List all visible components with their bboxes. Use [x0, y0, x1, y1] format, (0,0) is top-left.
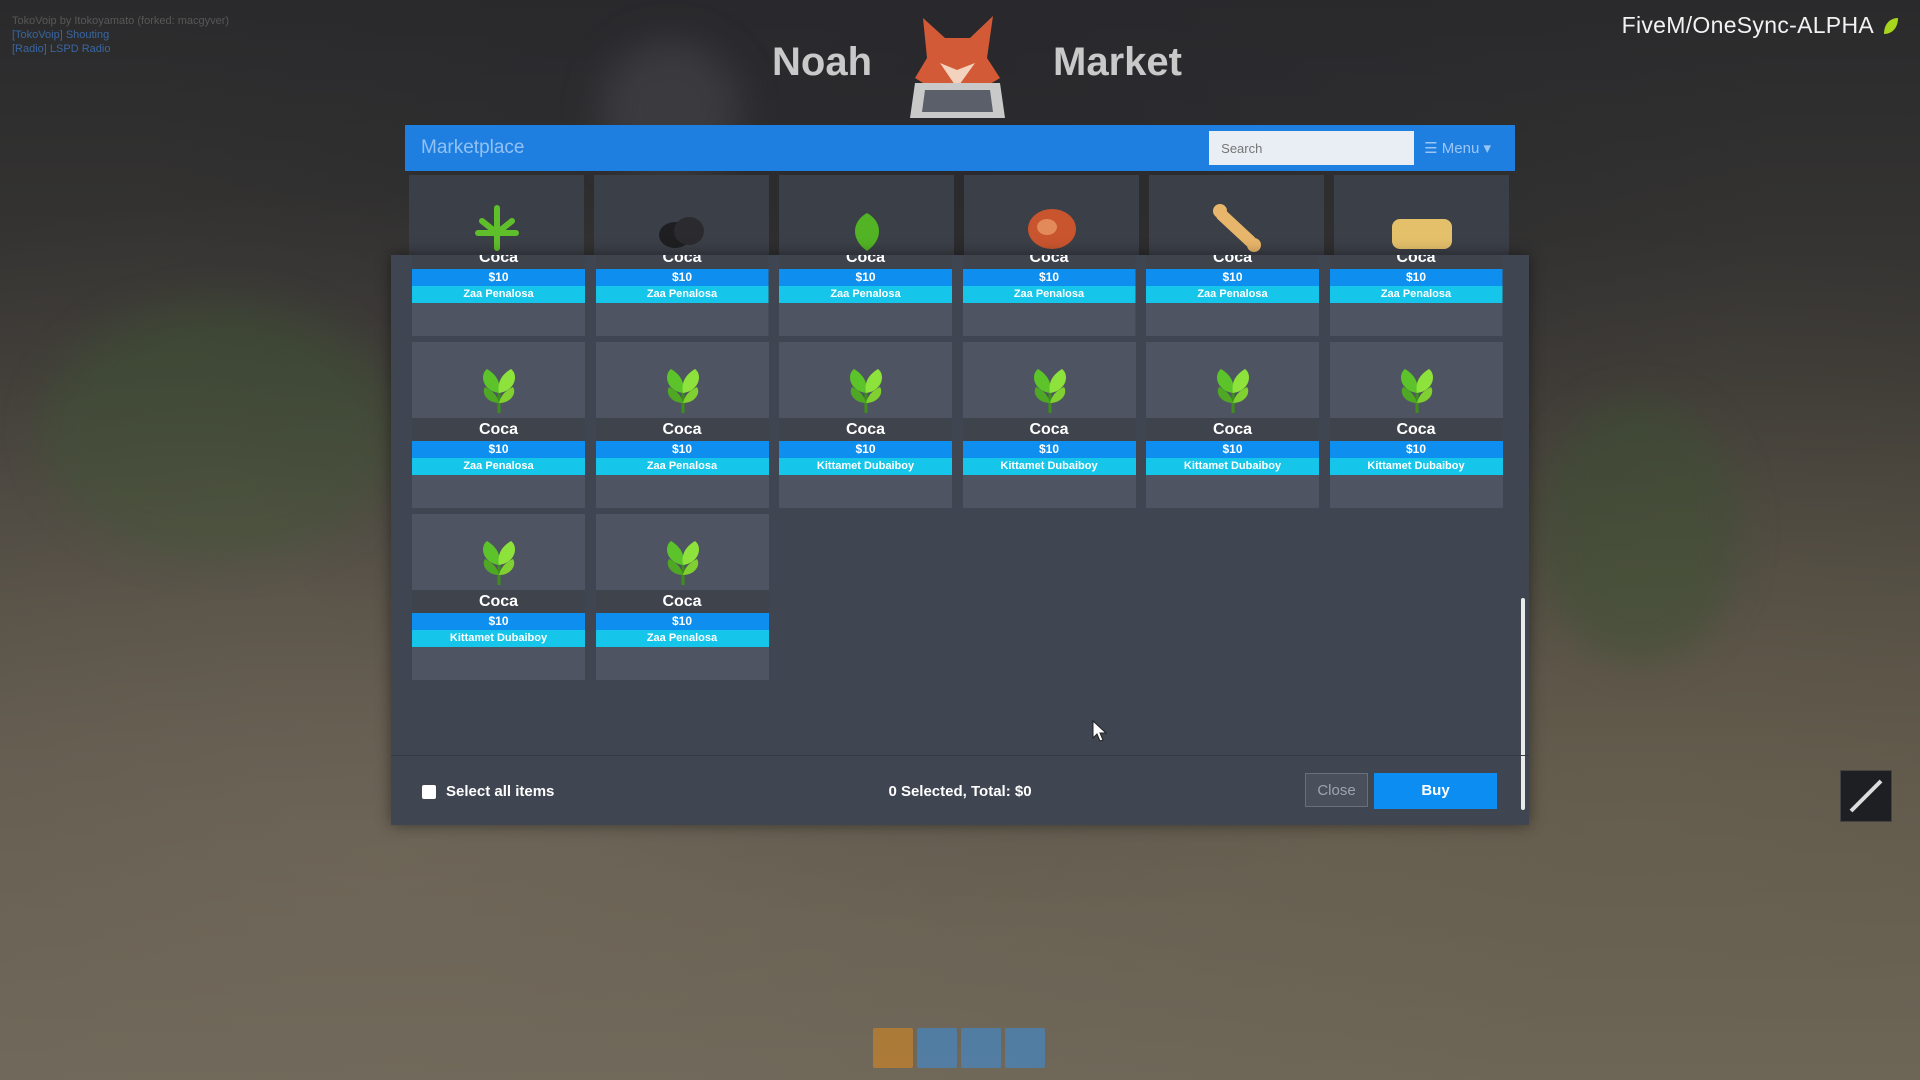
- item-card[interactable]: Coca $10 Kittamet Dubaiboy: [1329, 342, 1503, 508]
- mouse-cursor-icon: [1092, 720, 1108, 742]
- thumbnail-coal[interactable]: [594, 175, 769, 255]
- item-name: Coca: [962, 418, 1136, 441]
- coca-leaf-icon: [666, 369, 699, 413]
- background-blob: [1540, 400, 1740, 660]
- item-price: $10: [1146, 441, 1319, 458]
- health-icon: [873, 1028, 913, 1068]
- marketplace-footer: Select all items 0 Selected, Total: $0 C…: [391, 755, 1529, 826]
- item-seller: Kittamet Dubaiboy: [412, 630, 585, 647]
- search-input[interactable]: [1209, 131, 1415, 165]
- coca-leaf-icon: [1400, 369, 1433, 413]
- item-price: $10: [595, 269, 769, 286]
- item-seller: Kittamet Dubaiboy: [1146, 458, 1319, 475]
- item-card[interactable]: Coca $10 Kittamet Dubaiboy: [412, 514, 585, 680]
- coca-leaf-icon: [666, 541, 699, 585]
- thumbnail-gold[interactable]: [1334, 175, 1509, 255]
- weapon-slot: [1840, 770, 1892, 822]
- coal-icon: [658, 217, 704, 248]
- coca-leaf-icon: [850, 369, 882, 413]
- item-price: $10: [595, 441, 769, 458]
- item-name: Coca: [595, 418, 769, 441]
- title-noah: Noah: [772, 40, 872, 84]
- coca-leaf-icon: [1033, 369, 1066, 413]
- voice-icon: [1005, 1028, 1045, 1068]
- menu-button[interactable]: ☰ Menu ▾: [1424, 139, 1491, 157]
- server-label: FiveM/OneSync-ALPHA: [1621, 12, 1874, 38]
- thumbnail-bone[interactable]: [1149, 175, 1324, 255]
- close-button[interactable]: Close: [1305, 773, 1368, 807]
- fivem-leaf-icon: [1884, 18, 1898, 34]
- item-price: $10: [1146, 269, 1319, 286]
- item-seller: Zaa Penalosa: [1146, 286, 1319, 303]
- item-name: Coca: [412, 590, 585, 613]
- item-price: $10: [1329, 269, 1503, 286]
- item-price: $10: [595, 613, 769, 630]
- marketplace-header: Marketplace ☰ Menu ▾: [405, 125, 1515, 171]
- buy-button[interactable]: Buy: [1374, 773, 1497, 809]
- fox-logo-icon: [910, 16, 1005, 118]
- item-card[interactable]: Coca $10 Zaa Penalosa: [412, 342, 585, 508]
- meat-icon: [1027, 209, 1076, 249]
- category-thumbnails: [409, 175, 1509, 255]
- item-seller: Zaa Penalosa: [595, 286, 769, 303]
- item-price: $10: [412, 613, 585, 630]
- green-leaf-icon: [854, 213, 879, 251]
- gold-bar-icon: [1391, 219, 1452, 249]
- weapon-icon: [1849, 779, 1883, 813]
- item-seller: Zaa Penalosa: [962, 286, 1136, 303]
- thumbnail-cannabis[interactable]: [409, 175, 584, 255]
- item-seller: Zaa Penalosa: [412, 286, 585, 303]
- item-price: $10: [779, 441, 952, 458]
- coca-leaf-icon: [483, 541, 515, 585]
- coca-leaf-icon: [1217, 369, 1249, 413]
- item-card[interactable]: Coca $10 Kittamet Dubaiboy: [779, 342, 952, 508]
- item-seller: Zaa Penalosa: [1329, 286, 1503, 303]
- debug-line: [Radio] LSPD Radio: [12, 43, 111, 55]
- item-card[interactable]: Coca $10 Kittamet Dubaiboy: [1146, 342, 1319, 508]
- item-name: Coca: [1329, 418, 1503, 441]
- debug-line: TokoVoip by Itokoyamato (forked: macgyve…: [12, 15, 230, 27]
- item-price: $10: [1329, 441, 1503, 458]
- title-market: Market: [1053, 40, 1182, 84]
- item-price: $10: [962, 441, 1136, 458]
- bone-icon: [1212, 204, 1261, 252]
- item-name: Coca: [1146, 418, 1319, 441]
- item-price: $10: [412, 269, 585, 286]
- marketplace-panel: Coca $10 Zaa Penalosa Coca $10 Zaa Penalosa Co…: [391, 255, 1529, 825]
- thumbnail-leaf[interactable]: [779, 175, 954, 255]
- item-seller: Zaa Penalosa: [595, 630, 769, 647]
- item-name: Coca: [779, 418, 952, 441]
- status-hud: [873, 1028, 1045, 1068]
- marketplace-title: Marketplace: [421, 137, 525, 158]
- item-seller: Kittamet Dubaiboy: [1329, 458, 1503, 475]
- item-seller: Kittamet Dubaiboy: [779, 458, 952, 475]
- item-seller: Kittamet Dubaiboy: [962, 458, 1136, 475]
- item-price: $10: [962, 269, 1136, 286]
- item-card[interactable]: Coca $10 Zaa Penalosa: [595, 342, 769, 508]
- thumbnail-meat[interactable]: [964, 175, 1139, 255]
- item-seller: Zaa Penalosa: [412, 458, 585, 475]
- water-icon: [961, 1028, 1001, 1068]
- background-blob: [40, 300, 400, 560]
- debug-overlay: TokoVoip by Itokoyamato (forked: macgyve…: [12, 14, 229, 56]
- item-card[interactable]: Coca $10 Zaa Penalosa: [595, 514, 769, 680]
- item-name: Coca: [595, 590, 769, 613]
- item-seller: Zaa Penalosa: [595, 458, 769, 475]
- item-card[interactable]: Coca $10 Kittamet Dubaiboy: [962, 342, 1136, 508]
- debug-line: [TokoVoip] Shouting: [12, 29, 110, 41]
- item-seller: Zaa Penalosa: [779, 286, 952, 303]
- item-price: $10: [412, 441, 585, 458]
- cannabis-leaf-icon: [474, 205, 519, 251]
- coca-leaf-icon: [483, 369, 515, 413]
- item-price: $10: [779, 269, 952, 286]
- item-name: Coca: [412, 418, 585, 441]
- armor-icon: [917, 1028, 957, 1068]
